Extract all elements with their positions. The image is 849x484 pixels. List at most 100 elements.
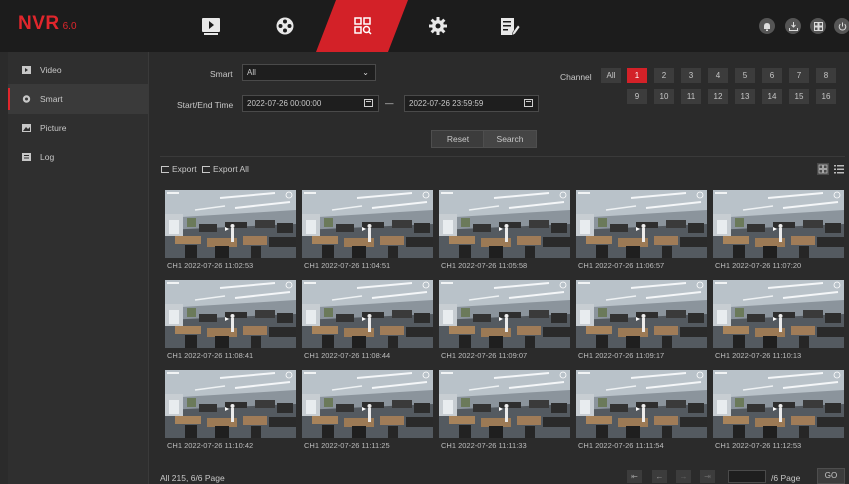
sidebar-item-label: Picture	[40, 123, 67, 133]
channel-button-1[interactable]: 1	[627, 68, 647, 83]
camera-snapshot	[439, 280, 570, 348]
power-icon[interactable]	[834, 18, 849, 34]
sidebar-item-picture[interactable]: Picture	[8, 113, 149, 143]
export-icon	[161, 165, 169, 173]
snapshot-tile[interactable]: CH1 2022-07-26 11:11:33	[439, 370, 570, 451]
snapshot-tile[interactable]: CH1 2022-07-26 11:10:42	[165, 370, 296, 451]
snapshot-tile[interactable]: CH1 2022-07-26 11:08:44	[302, 280, 433, 361]
snapshot-image[interactable]	[576, 370, 707, 438]
channel-button-15[interactable]: 15	[789, 89, 809, 104]
snapshot-image[interactable]	[439, 190, 570, 258]
channel-all-button[interactable]: All	[601, 68, 621, 83]
channel-button-11[interactable]: 11	[681, 89, 701, 104]
snapshot-caption: CH1 2022-07-26 11:12:53	[715, 441, 802, 450]
page-number-input[interactable]	[728, 470, 766, 483]
logo: NVR 6.0	[18, 13, 77, 39]
snapshot-tile[interactable]: CH1 2022-07-26 11:09:17	[576, 280, 707, 361]
snapshot-image[interactable]	[302, 190, 433, 258]
channel-button-10[interactable]: 10	[654, 89, 674, 104]
snapshot-caption: CH1 2022-07-26 11:11:25	[304, 441, 390, 450]
snapshot-tile[interactable]: CH1 2022-07-26 11:10:13	[713, 280, 844, 361]
end-time-input[interactable]: 2022-07-26 23:59:59	[404, 95, 539, 112]
grid-view-icon[interactable]	[817, 163, 829, 175]
channel-button-5[interactable]: 5	[735, 68, 755, 83]
start-time-value: 2022-07-26 00:00:00	[247, 99, 322, 108]
channel-button-4[interactable]: 4	[708, 68, 728, 83]
nav-settings[interactable]	[408, 0, 468, 52]
list-view-icon[interactable]	[833, 163, 845, 175]
camera-snapshot	[439, 190, 570, 258]
snapshot-tile[interactable]: CH1 2022-07-26 11:11:25	[302, 370, 433, 451]
sidebar-item-log[interactable]: Log	[8, 142, 149, 172]
export-all-button[interactable]: Export All	[202, 164, 249, 174]
snapshot-image[interactable]	[713, 190, 844, 258]
go-button[interactable]: GO	[817, 468, 845, 484]
calendar-icon[interactable]	[524, 99, 533, 107]
download-icon[interactable]	[785, 18, 801, 34]
camera-snapshot	[713, 190, 844, 258]
nav-playback[interactable]	[181, 0, 241, 52]
snapshot-tile[interactable]: CH1 2022-07-26 11:07:20	[713, 190, 844, 271]
calendar-icon[interactable]	[364, 99, 373, 107]
channel-button-7[interactable]: 7	[789, 68, 809, 83]
snapshot-image[interactable]	[165, 280, 296, 348]
camera-snapshot	[302, 280, 433, 348]
last-page-icon[interactable]: ⇥	[700, 470, 715, 483]
snapshot-image[interactable]	[439, 280, 570, 348]
snapshot-tile[interactable]: CH1 2022-07-26 11:05:58	[439, 190, 570, 271]
snapshot-image[interactable]	[713, 280, 844, 348]
sidebar-item-smart[interactable]: Smart	[8, 84, 149, 114]
start-time-input[interactable]: 2022-07-26 00:00:00	[242, 95, 379, 112]
snapshot-tile[interactable]: CH1 2022-07-26 11:11:54	[576, 370, 707, 451]
reset-button[interactable]: Reset	[431, 130, 485, 148]
export-button[interactable]: Export	[161, 164, 197, 174]
snapshot-caption: CH1 2022-07-26 11:07:20	[715, 261, 802, 270]
sidebar: Video Smart Picture Log	[8, 52, 149, 484]
snapshot-image[interactable]	[713, 370, 844, 438]
channel-button-8[interactable]: 8	[816, 68, 836, 83]
sidebar-item-video[interactable]: Video	[8, 55, 149, 85]
snapshot-image[interactable]	[576, 190, 707, 258]
snapshot-tile[interactable]: CH1 2022-07-26 11:04:51	[302, 190, 433, 271]
channel-button-9[interactable]: 9	[627, 89, 647, 104]
time-label: Start/End Time	[177, 100, 234, 110]
prev-page-icon[interactable]: ←	[652, 470, 667, 483]
nav-search[interactable]	[333, 0, 393, 52]
snapshot-tile[interactable]: CH1 2022-07-26 11:12:53	[713, 370, 844, 451]
first-page-icon[interactable]: ⇤	[627, 470, 642, 483]
snapshot-image[interactable]	[439, 370, 570, 438]
export-label: Export	[172, 164, 197, 174]
camera-snapshot	[576, 190, 707, 258]
channel-button-2[interactable]: 2	[654, 68, 674, 83]
snapshot-tile[interactable]: CH1 2022-07-26 11:09:07	[439, 280, 570, 361]
snapshot-tile[interactable]: CH1 2022-07-26 11:08:41	[165, 280, 296, 361]
camera-snapshot	[165, 190, 296, 258]
nav-config[interactable]	[255, 0, 315, 52]
camera-snapshot	[576, 370, 707, 438]
snapshot-tile[interactable]: CH1 2022-07-26 11:06:57	[576, 190, 707, 271]
nav-system[interactable]	[480, 0, 540, 52]
export-icon	[202, 165, 210, 173]
snapshot-image[interactable]	[302, 280, 433, 348]
snapshot-image[interactable]	[302, 370, 433, 438]
channel-button-14[interactable]: 14	[762, 89, 782, 104]
snapshot-image[interactable]	[576, 280, 707, 348]
camera-snapshot	[713, 370, 844, 438]
snapshot-image[interactable]	[165, 370, 296, 438]
next-page-icon[interactable]: →	[676, 470, 691, 483]
play-icon	[202, 17, 220, 35]
bell-icon[interactable]	[759, 18, 775, 34]
camera-snapshot	[302, 190, 433, 258]
snapshot-tile[interactable]: CH1 2022-07-26 11:02:53	[165, 190, 296, 271]
search-button[interactable]: Search	[483, 130, 537, 148]
camera-snapshot	[165, 370, 296, 438]
channel-button-12[interactable]: 12	[708, 89, 728, 104]
channel-button-3[interactable]: 3	[681, 68, 701, 83]
channel-button-13[interactable]: 13	[735, 89, 755, 104]
layout-icon[interactable]	[810, 18, 826, 34]
smart-select[interactable]: All ⌄	[242, 64, 376, 81]
snapshot-image[interactable]	[165, 190, 296, 258]
channel-button-6[interactable]: 6	[762, 68, 782, 83]
channel-button-16[interactable]: 16	[816, 89, 836, 104]
snapshot-caption: CH1 2022-07-26 11:09:17	[578, 351, 665, 360]
